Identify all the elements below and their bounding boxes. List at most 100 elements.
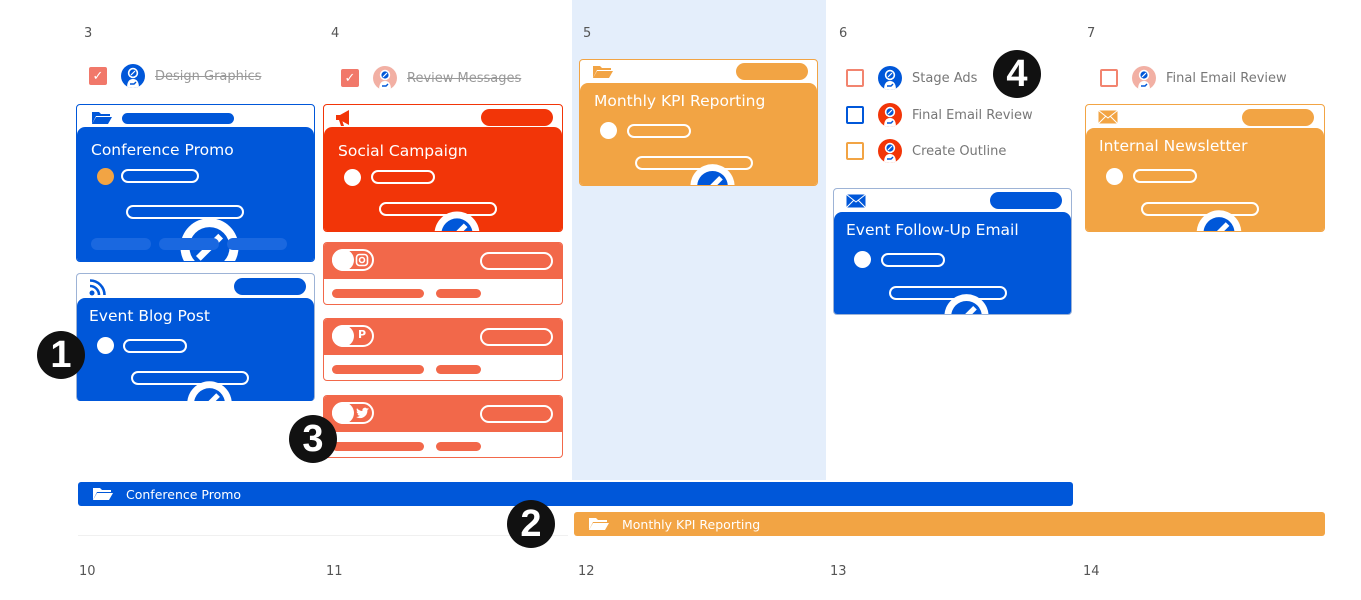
placeholder-pill bbox=[332, 289, 424, 298]
placeholder-pill bbox=[121, 169, 199, 183]
placeholder-pill bbox=[1242, 109, 1314, 126]
status-dot bbox=[344, 169, 361, 186]
day-number: 7 bbox=[1087, 26, 1096, 41]
post-toggle[interactable]: P bbox=[332, 325, 374, 347]
placeholder-pill bbox=[480, 405, 553, 423]
timeline-bar-conference-promo[interactable]: Conference Promo bbox=[78, 482, 1073, 506]
checkbox[interactable] bbox=[846, 106, 864, 124]
day-number: 14 bbox=[1083, 564, 1100, 579]
callout-badge-4: 4 bbox=[993, 50, 1041, 98]
twitter-icon bbox=[356, 407, 369, 419]
placeholder-pill bbox=[332, 442, 424, 451]
card-event-follow-up-email[interactable]: Event Follow-Up Email bbox=[833, 188, 1072, 315]
checkbox[interactable] bbox=[846, 142, 864, 160]
placeholder-pill bbox=[480, 328, 553, 346]
placeholder-pill bbox=[122, 113, 234, 124]
day-number: 10 bbox=[79, 564, 96, 579]
task-item[interactable]: Create Outline bbox=[846, 138, 1006, 164]
task-label: Stage Ads bbox=[912, 70, 978, 86]
placeholder-pill bbox=[635, 156, 753, 170]
placeholder-pill bbox=[234, 278, 306, 295]
mail-icon bbox=[1098, 110, 1118, 124]
task-label: Design Graphics bbox=[155, 68, 262, 84]
day-number: 12 bbox=[578, 564, 595, 579]
folder-icon bbox=[589, 518, 609, 530]
placeholder-pill bbox=[889, 286, 1007, 300]
card-internal-newsletter[interactable]: Internal Newsletter bbox=[1085, 104, 1325, 232]
folder-icon bbox=[593, 66, 613, 78]
placeholder-pill bbox=[126, 205, 244, 219]
placeholder-pill bbox=[123, 339, 187, 353]
card-title: Event Follow-Up Email bbox=[846, 221, 1019, 239]
placeholder-pill bbox=[436, 442, 481, 451]
status-dot bbox=[854, 251, 871, 268]
card-conference-promo[interactable]: Conference Promo bbox=[76, 104, 315, 262]
task-label: Final Email Review bbox=[1166, 70, 1287, 86]
card-title: Event Blog Post bbox=[89, 307, 210, 325]
bar-label: Conference Promo bbox=[126, 486, 242, 502]
day-number: 4 bbox=[331, 26, 340, 41]
placeholder-pill bbox=[1133, 169, 1197, 183]
avatar bbox=[121, 64, 145, 88]
placeholder-pill bbox=[371, 170, 435, 184]
week-divider bbox=[78, 535, 568, 536]
placeholder-pill bbox=[436, 365, 481, 374]
avatar bbox=[373, 66, 397, 90]
task-label: Create Outline bbox=[912, 143, 1007, 159]
status-dot bbox=[1106, 168, 1123, 185]
mail-icon bbox=[846, 194, 866, 208]
placeholder-pill bbox=[159, 238, 219, 250]
placeholder-pill bbox=[436, 289, 481, 298]
folder-icon bbox=[92, 112, 112, 124]
placeholder-pill bbox=[1141, 202, 1259, 216]
day-number: 6 bbox=[839, 26, 848, 41]
task-item[interactable]: ✓ Design Graphics bbox=[89, 63, 261, 89]
card-social-campaign[interactable]: Social Campaign bbox=[323, 104, 563, 232]
checkbox-checked[interactable]: ✓ bbox=[89, 67, 107, 85]
checkbox-checked[interactable]: ✓ bbox=[341, 69, 359, 87]
placeholder-pill bbox=[480, 252, 553, 270]
avatar bbox=[878, 66, 902, 90]
day-number: 11 bbox=[326, 564, 343, 579]
callout-badge-3: 3 bbox=[289, 415, 337, 463]
social-post-pinterest[interactable]: P bbox=[323, 318, 563, 381]
placeholder-pill bbox=[881, 253, 945, 267]
placeholder-pill bbox=[627, 124, 691, 138]
task-item[interactable]: Final Email Review bbox=[846, 102, 1033, 128]
folder-icon bbox=[93, 488, 113, 500]
card-title: Conference Promo bbox=[91, 141, 234, 159]
placeholder-pill bbox=[736, 63, 808, 80]
placeholder-pill bbox=[332, 365, 424, 374]
megaphone-icon bbox=[336, 110, 349, 126]
task-label: Final Email Review bbox=[912, 107, 1033, 123]
card-event-blog-post[interactable]: Event Blog Post bbox=[76, 273, 315, 401]
card-title: Social Campaign bbox=[338, 142, 468, 160]
checkbox[interactable] bbox=[846, 69, 864, 87]
callout-badge-2: 2 bbox=[507, 500, 555, 548]
task-item[interactable]: Final Email Review bbox=[1100, 65, 1287, 91]
status-dot bbox=[97, 168, 114, 185]
task-item[interactable]: ✓ Review Messages bbox=[341, 65, 521, 91]
card-title: Internal Newsletter bbox=[1099, 137, 1248, 155]
task-label: Review Messages bbox=[407, 70, 522, 86]
task-item[interactable]: Stage Ads bbox=[846, 65, 977, 91]
avatar bbox=[878, 139, 902, 163]
status-dot bbox=[600, 122, 617, 139]
day-number: 13 bbox=[830, 564, 847, 579]
timeline-bar-monthly-kpi-reporting[interactable]: Monthly KPI Reporting bbox=[574, 512, 1325, 536]
card-monthly-kpi-reporting[interactable]: Monthly KPI Reporting bbox=[579, 59, 818, 186]
pinterest-icon: P bbox=[357, 328, 367, 341]
bar-label: Monthly KPI Reporting bbox=[622, 516, 761, 532]
status-dot bbox=[97, 337, 114, 354]
avatar bbox=[878, 103, 902, 127]
social-post-twitter[interactable] bbox=[323, 395, 563, 458]
card-title: Monthly KPI Reporting bbox=[594, 92, 766, 110]
post-toggle[interactable] bbox=[332, 402, 374, 424]
post-toggle[interactable] bbox=[332, 249, 374, 271]
social-post-instagram[interactable] bbox=[323, 242, 563, 305]
placeholder-pill bbox=[91, 238, 151, 250]
day-number: 3 bbox=[84, 26, 93, 41]
avatar bbox=[1132, 66, 1156, 90]
checkbox[interactable] bbox=[1100, 69, 1118, 87]
day-number: 5 bbox=[583, 26, 592, 41]
